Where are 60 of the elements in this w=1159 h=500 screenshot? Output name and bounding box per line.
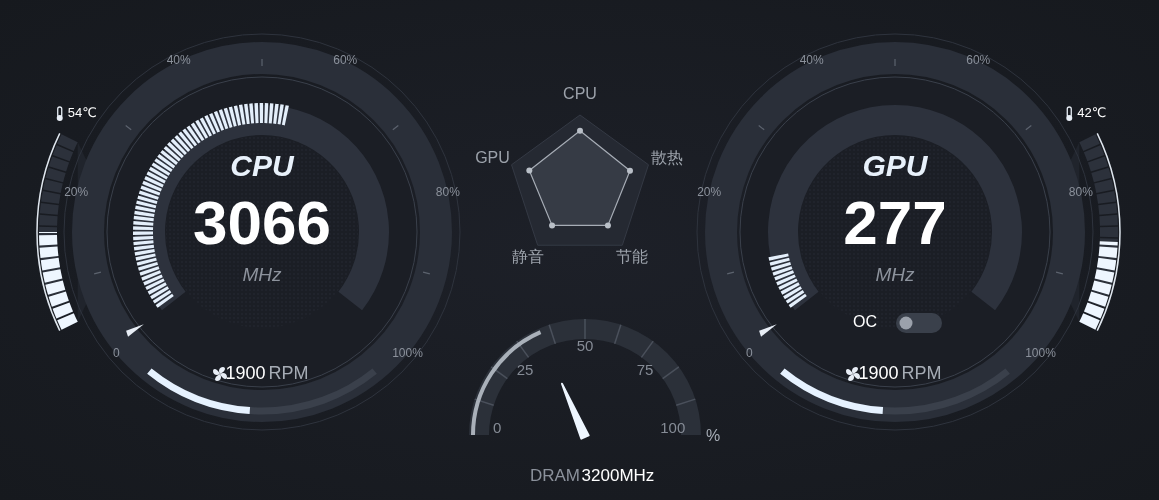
- dram-label: DRAM: [529, 466, 581, 486]
- scale-label: 40%: [799, 53, 824, 68]
- dram-frequency: 3200MHz: [581, 466, 655, 486]
- clock-value: 3066: [193, 188, 331, 258]
- zero-marker: [126, 324, 144, 337]
- clock-unit: MHz: [242, 264, 282, 285]
- scale-label: 25: [516, 360, 534, 378]
- scale-label: 100: [660, 418, 686, 436]
- scale-tick: [473, 398, 495, 407]
- fan-icon: [213, 367, 227, 381]
- radar-label: 散热: [651, 148, 684, 166]
- temperature-value: 54℃: [67, 105, 97, 121]
- scale-label: 0: [493, 418, 502, 436]
- gauge-needle: [560, 382, 590, 440]
- scale-tick: [675, 398, 697, 407]
- scale-tick: [1025, 124, 1032, 131]
- scale-label: 80%: [1068, 184, 1093, 199]
- scale-tick: [516, 340, 530, 359]
- thermometer-icon: [56, 106, 63, 121]
- scale-label: 20%: [697, 184, 722, 199]
- scale-tick: [758, 124, 765, 131]
- radar-label: 静音: [512, 248, 545, 266]
- clock-unit: MHz: [875, 264, 915, 285]
- scale-tick: [1055, 271, 1064, 275]
- thermometer-icon: [1066, 106, 1073, 121]
- scale-label: 20%: [64, 184, 89, 199]
- scale-label: 100%: [1025, 346, 1056, 361]
- radar-label: 节能: [615, 248, 648, 266]
- scale-tick: [490, 366, 509, 380]
- scale-tick: [613, 323, 622, 345]
- scale-label: 40%: [166, 53, 191, 68]
- scale-tick: [726, 271, 735, 275]
- oc-toggle[interactable]: [896, 313, 942, 333]
- scale-tick: [422, 271, 431, 275]
- scale-tick: [661, 366, 680, 380]
- scale-tick: [125, 124, 132, 131]
- fan-icon: [846, 367, 860, 381]
- gauge-title: GPU: [862, 148, 928, 182]
- scale-label: 100%: [392, 346, 423, 361]
- scale-tick: [640, 340, 654, 359]
- scale-tick: [392, 124, 399, 131]
- scale-tick: [548, 323, 557, 345]
- fan-speed: 1900 RPM: [858, 362, 942, 383]
- gauge-title: CPU: [230, 148, 294, 182]
- unit-label: %: [705, 427, 721, 445]
- radar-label: CPU: [563, 85, 597, 103]
- scale-label: 60%: [966, 53, 991, 68]
- temperature-value: 42℃: [1077, 105, 1107, 121]
- scale-tick: [93, 271, 102, 275]
- scale-label: 60%: [333, 53, 358, 68]
- oc-label: OC: [853, 313, 877, 331]
- scale-label: 80%: [435, 184, 460, 199]
- scale-label: 75: [636, 360, 654, 378]
- scale-label: 0: [746, 346, 753, 361]
- radar-label: GPU: [475, 148, 510, 166]
- clock-value: 277: [843, 188, 947, 258]
- zero-marker: [759, 324, 777, 337]
- scale-label: 0: [113, 346, 120, 361]
- scale-label: 50: [576, 336, 594, 354]
- fan-speed: 1900 RPM: [225, 362, 309, 383]
